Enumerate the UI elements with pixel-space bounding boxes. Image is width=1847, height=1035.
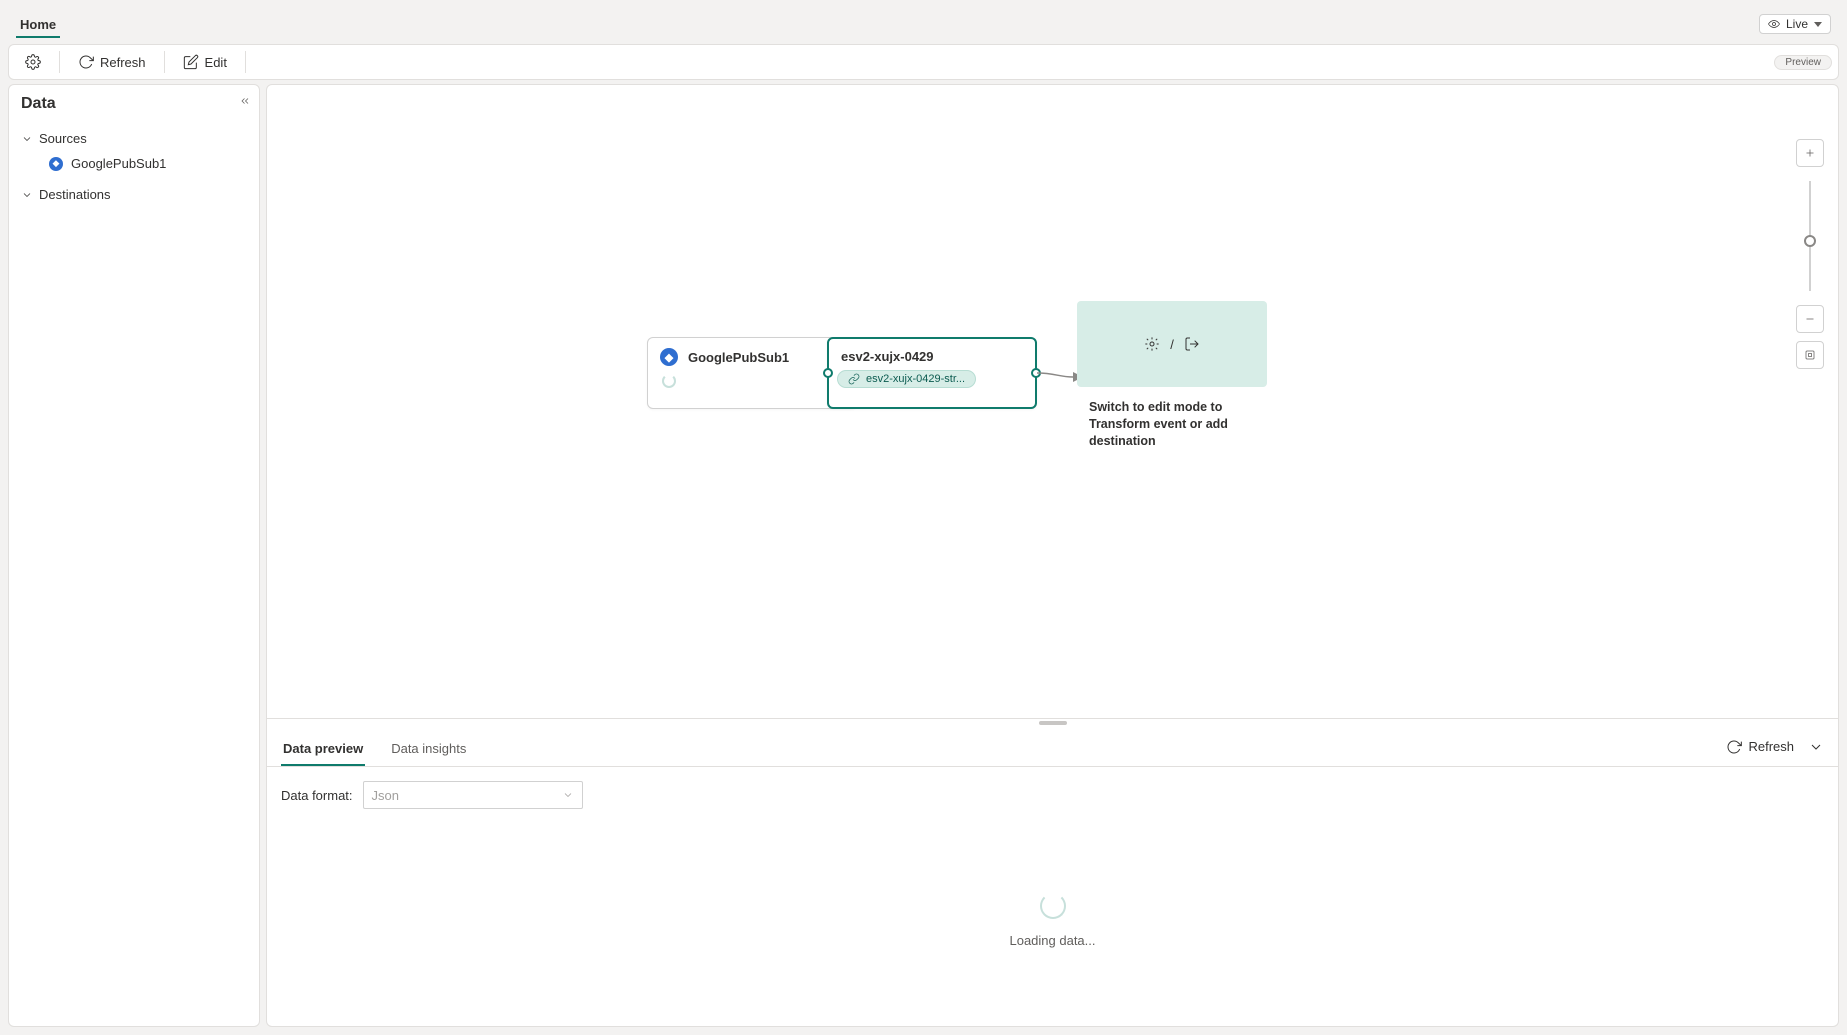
edit-icon (183, 54, 199, 70)
separator (59, 51, 60, 73)
tree-item-googlepubsub1[interactable]: ◆ GooglePubSub1 (21, 150, 247, 177)
zoom-controls (1796, 139, 1824, 369)
refresh-button[interactable]: Refresh (68, 50, 156, 74)
eye-icon (1768, 18, 1780, 30)
node-title: esv2-xujx-0429 (841, 349, 934, 364)
group-label: Destinations (39, 187, 111, 202)
tab-home[interactable]: Home (16, 11, 60, 38)
output-icon (1184, 336, 1200, 352)
tab-data-preview[interactable]: Data preview (281, 731, 365, 766)
data-format-select[interactable]: Json (363, 781, 583, 809)
preview-refresh-button[interactable]: Refresh (1726, 739, 1794, 755)
panel-resize-handle[interactable] (266, 719, 1839, 727)
collapse-panel-button[interactable] (239, 95, 251, 110)
edit-label: Edit (205, 55, 227, 70)
loading-spinner-icon (1040, 893, 1066, 919)
refresh-icon (1726, 739, 1742, 755)
chip-label: esv2-xujx-0429-str... (866, 373, 965, 385)
separator (164, 51, 165, 73)
refresh-label: Refresh (1748, 739, 1794, 754)
link-icon (848, 373, 860, 385)
mode-label: Live (1786, 17, 1808, 31)
fit-screen-button[interactable] (1796, 341, 1824, 369)
separator (245, 51, 246, 73)
slash-separator: / (1170, 337, 1174, 352)
chevron-down-icon (1814, 22, 1822, 27)
node-title: GooglePubSub1 (688, 350, 789, 365)
group-label: Sources (39, 131, 87, 146)
bottom-panel: Data preview Data insights Refresh Data … (266, 727, 1839, 1027)
loading-text: Loading data... (1009, 933, 1095, 948)
chevron-double-left-icon (239, 95, 251, 107)
side-title: Data (21, 95, 247, 113)
tree-group-sources[interactable]: Sources (21, 127, 247, 150)
zoom-slider[interactable] (1809, 181, 1811, 291)
side-panel: Data Sources ◆ GooglePubSub1 Destination… (8, 84, 260, 1027)
canvas[interactable]: ◆ GooglePubSub1 (266, 84, 1839, 719)
chevron-down-icon (21, 133, 33, 145)
chevron-down-icon[interactable] (1808, 739, 1824, 755)
zoom-in-button[interactable] (1796, 139, 1824, 167)
grip-icon (1039, 721, 1067, 725)
edit-button[interactable]: Edit (173, 50, 237, 74)
loading-spinner-icon (662, 374, 676, 388)
chevron-down-icon (21, 189, 33, 201)
input-port[interactable] (823, 368, 833, 378)
tab-data-insights[interactable]: Data insights (389, 731, 468, 766)
fit-icon (1804, 349, 1816, 361)
tree-item-label: GooglePubSub1 (71, 156, 166, 171)
output-port[interactable] (1031, 368, 1041, 378)
settings-button[interactable] (15, 50, 51, 74)
minus-icon (1804, 313, 1816, 325)
select-value: Json (372, 788, 399, 803)
pubsub-icon: ◆ (660, 348, 678, 366)
plus-icon (1804, 147, 1816, 159)
refresh-icon (78, 54, 94, 70)
tree-group-destinations[interactable]: Destinations (21, 183, 247, 206)
transform-icon (1144, 336, 1160, 352)
gear-icon (25, 54, 41, 70)
mode-dropdown[interactable]: Live (1759, 14, 1831, 34)
stream-chip[interactable]: esv2-xujx-0429-str... (837, 370, 976, 388)
chevron-down-icon (562, 789, 574, 801)
refresh-label: Refresh (100, 55, 146, 70)
zoom-handle[interactable] (1804, 235, 1816, 247)
toolbar: Refresh Edit Preview (8, 44, 1839, 80)
pubsub-icon: ◆ (49, 157, 63, 171)
data-format-label: Data format: (281, 788, 353, 803)
destination-hint: Switch to edit mode to Transform event o… (1077, 387, 1267, 462)
preview-badge: Preview (1774, 55, 1832, 70)
node-destination-placeholder[interactable]: / Switch to edit mode to Transform event… (1077, 301, 1267, 462)
node-stream[interactable]: esv2-xujx-0429 esv2-xujx-0429-str... (827, 337, 1037, 409)
zoom-out-button[interactable] (1796, 305, 1824, 333)
